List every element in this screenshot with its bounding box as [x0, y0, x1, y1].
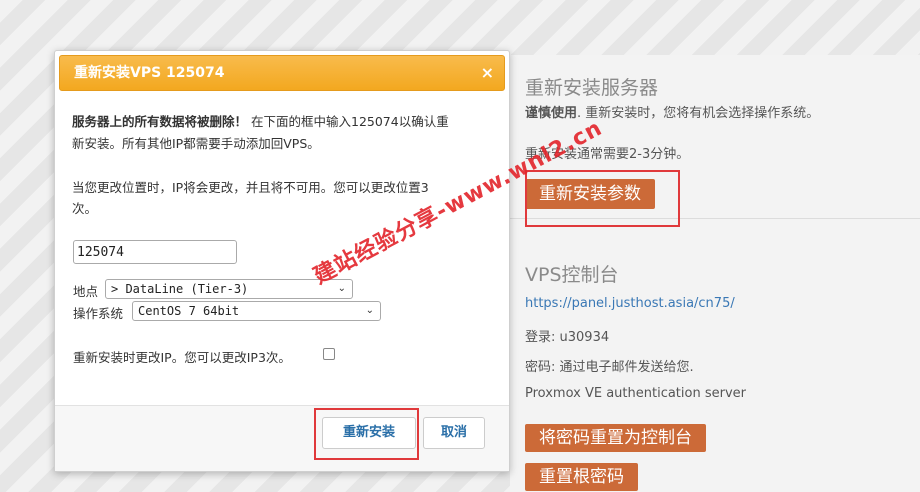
- password-text: 密码: 通过电子邮件发送给您.: [525, 360, 694, 375]
- warning-line-1: 服务器上的所有数据将被删除！ 在下面的框中输入125074以确认重: [72, 111, 449, 133]
- caution-bold: 谨慎使用: [525, 106, 578, 121]
- os-select-value: CentOS 7 64bit: [138, 304, 240, 318]
- os-label: 操作系统: [73, 306, 124, 321]
- console-url-link[interactable]: https://panel.justhost.asia/cn75/: [525, 296, 735, 311]
- location-label: 地点: [73, 284, 99, 299]
- reinstall-modal: 重新安装VPS 125074 × 服务器上的所有数据将被删除！ 在下面的框中输入…: [54, 50, 510, 472]
- ip-note-line-2: 次。: [72, 201, 98, 216]
- cancel-button[interactable]: 取消: [423, 417, 485, 449]
- auth-server-text: Proxmox VE authentication server: [525, 386, 746, 401]
- warning-text-1: 在下面的框中输入125074以确认重: [251, 114, 449, 129]
- location-select-value: > DataLine (Tier-3): [111, 282, 249, 296]
- modal-header: 重新安装VPS 125074 ×: [59, 55, 505, 91]
- warning-line-2: 新安装。所有其他IP都需要手动添加回VPS。: [72, 136, 320, 151]
- caution-detail: . 重新安装时，您将有机会选择操作系统。: [577, 106, 820, 121]
- modal-title: 重新安装VPS 125074: [74, 65, 225, 81]
- vps-console-title: VPS控制台: [525, 264, 619, 286]
- login-text: 登录: u30934: [525, 330, 610, 345]
- close-icon[interactable]: ×: [481, 56, 494, 90]
- reinstall-button[interactable]: 重新安装: [322, 417, 416, 449]
- change-ip-checkbox[interactable]: [323, 348, 335, 360]
- chevron-down-icon: ⌄: [337, 283, 346, 294]
- ip-note-line-1: 当您更改位置时，IP将会更改，并且将不可用。您可以更改位置3: [72, 180, 429, 195]
- chevron-down-icon: ⌄: [365, 305, 374, 316]
- change-ip-label: 重新安装时更改IP。您可以更改IP3次。: [73, 350, 291, 365]
- os-select[interactable]: CentOS 7 64bit ⌄: [132, 301, 381, 321]
- location-select[interactable]: > DataLine (Tier-3) ⌄: [105, 279, 353, 299]
- confirm-id-input[interactable]: [73, 240, 237, 264]
- reinstall-params-button[interactable]: 重新安装参数: [525, 179, 655, 209]
- caution-text: 谨慎使用. 重新安装时，您将有机会选择操作系统。: [525, 102, 819, 121]
- section-divider: [510, 218, 920, 219]
- warning-bold: 服务器上的所有数据将被删除！: [72, 114, 248, 129]
- reset-root-password-button[interactable]: 重置根密码: [525, 463, 638, 491]
- reset-console-password-button[interactable]: 将密码重置为控制台: [525, 424, 706, 452]
- reinstall-server-title: 重新安装服务器: [525, 77, 659, 99]
